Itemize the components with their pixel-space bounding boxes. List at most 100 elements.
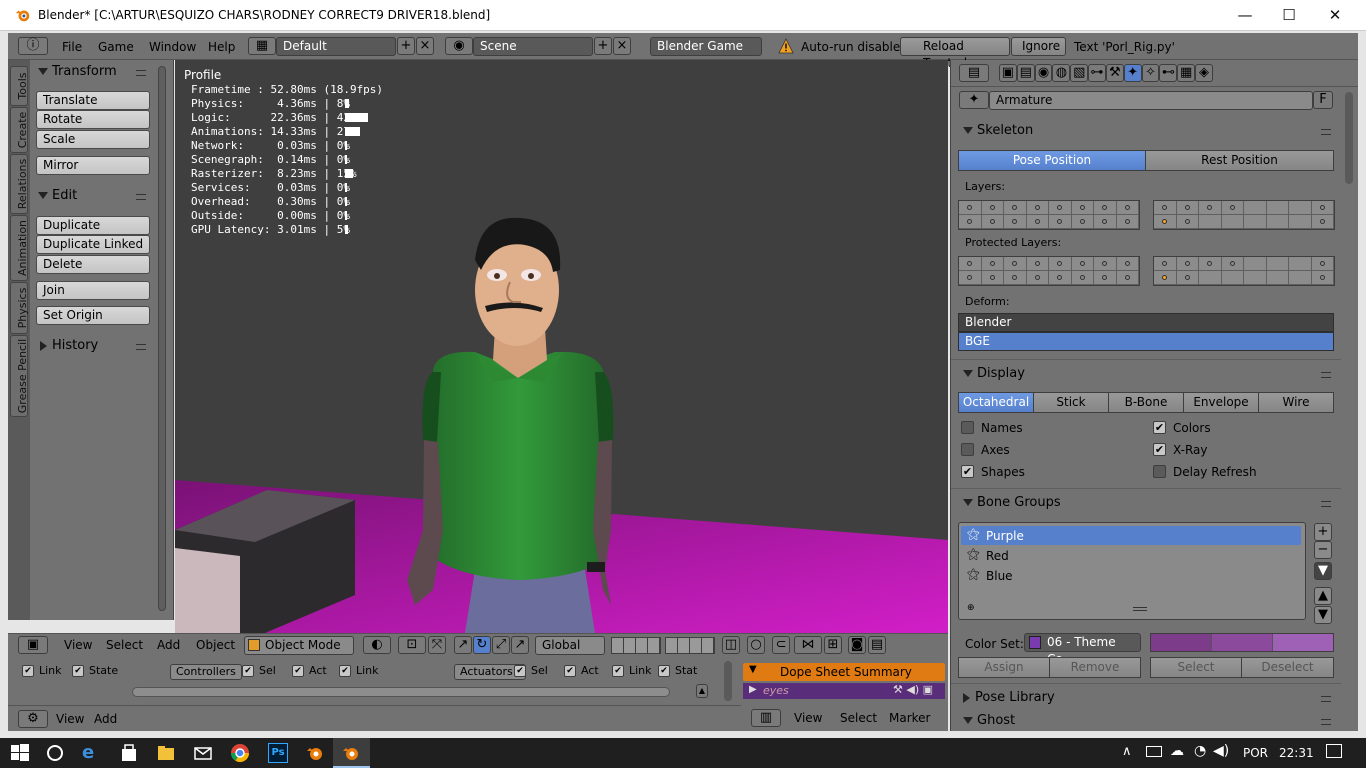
logic-menu-view[interactable]: View <box>56 712 84 726</box>
file-explorer-icon[interactable] <box>156 743 176 763</box>
layer-cell[interactable] <box>1266 215 1289 229</box>
snap-element-icon[interactable]: ⋈ <box>794 636 822 654</box>
list-resize-grip-icon[interactable] <box>1133 607 1147 611</box>
remove-button[interactable]: Remove <box>1049 657 1141 678</box>
store-icon[interactable] <box>119 743 139 763</box>
photoshop-icon[interactable]: Ps <box>268 743 288 763</box>
transform-panel-header[interactable]: Transform <box>38 64 117 79</box>
set-origin-dropdown[interactable]: Set Origin <box>36 306 150 325</box>
checkbox-icon[interactable]: ✔ <box>242 665 254 677</box>
move-up-icon[interactable]: ▲ <box>1314 587 1332 605</box>
editor-type-properties-icon[interactable]: ▤ <box>959 64 989 82</box>
layer-cell[interactable] <box>1221 201 1244 215</box>
layer-cell[interactable] <box>1199 215 1222 229</box>
layer-cell[interactable] <box>1071 201 1094 215</box>
manipulator-rotate-icon[interactable]: ↻ <box>473 636 491 654</box>
logic-controllers-dropdown[interactable]: Controllers <box>170 664 242 680</box>
layer-cell[interactable] <box>981 271 1004 285</box>
layer-cell[interactable] <box>1026 201 1049 215</box>
layer-cell[interactable] <box>1244 271 1267 285</box>
layer-cell[interactable] <box>1094 257 1117 271</box>
menu-window[interactable]: Window <box>149 40 196 54</box>
mail-icon[interactable] <box>193 743 213 763</box>
layer-cell[interactable] <box>1266 201 1289 215</box>
ignore-button[interactable]: Ignore <box>1011 37 1066 56</box>
render-anim-icon[interactable]: ▤ <box>868 636 886 654</box>
layer-cell[interactable] <box>1116 257 1139 271</box>
bone-layers-a[interactable] <box>958 200 1140 230</box>
logic-filter-sel[interactable]: ✔ Sel <box>242 664 276 677</box>
remove-scene-icon[interactable]: × <box>613 37 631 55</box>
action-center-icon[interactable] <box>1326 744 1342 758</box>
edit-panel-header[interactable]: Edit <box>38 188 77 203</box>
bone-group-blue[interactable]: Blue <box>986 569 1013 583</box>
tab-animation[interactable]: Animation <box>10 215 29 281</box>
add-bone-group-icon[interactable]: + <box>1314 523 1332 541</box>
layer-cell[interactable] <box>981 201 1004 215</box>
layer-cell[interactable] <box>1154 201 1177 215</box>
blender-taskbar-icon[interactable] <box>305 743 325 763</box>
panel-grip-icon[interactable] <box>1321 719 1331 725</box>
screen-layout-icon[interactable]: ▦ <box>248 37 276 55</box>
layer-cell[interactable] <box>1244 201 1267 215</box>
layer-cell[interactable] <box>981 215 1004 229</box>
protected-layers-b[interactable] <box>1153 256 1335 286</box>
rotate-button[interactable]: Rotate <box>36 110 150 129</box>
layer-cell[interactable] <box>1154 215 1177 229</box>
dope-menu-view[interactable]: View <box>794 711 822 725</box>
layer-cell[interactable] <box>1026 257 1049 271</box>
render-layers-tab-icon[interactable]: ▤ <box>1016 64 1035 82</box>
toolshelf-scrollbar[interactable] <box>158 66 166 611</box>
fake-user-button[interactable]: F <box>1313 91 1333 109</box>
dope-channel-row[interactable]: ▶ eyes ⚒ ◀) ▣ <box>743 683 945 699</box>
history-panel-header[interactable]: History <box>40 338 98 353</box>
colors-checkbox[interactable]: ✔ <box>1153 421 1166 434</box>
bone-group-specials-icon[interactable]: ▼ <box>1314 562 1332 580</box>
render-engine-dropdown[interactable]: Blender Game <box>650 37 762 56</box>
layer-cell[interactable] <box>1221 271 1244 285</box>
render-tab-icon[interactable]: ▣ <box>999 64 1017 82</box>
layer-cell[interactable] <box>1049 215 1072 229</box>
protected-layers-a[interactable] <box>958 256 1140 286</box>
layer-cell[interactable] <box>1071 215 1094 229</box>
display-panel-header[interactable]: Display <box>963 366 1025 381</box>
onedrive-icon[interactable]: ☁ <box>1170 743 1184 759</box>
viewport-shading-icon[interactable]: ◐ <box>363 636 391 654</box>
menu-view[interactable]: View <box>64 638 92 652</box>
layer-cell[interactable] <box>1289 201 1312 215</box>
layer-cell[interactable] <box>1049 201 1072 215</box>
logic-filter-sel[interactable]: ✔ Sel <box>514 664 548 677</box>
blender-active-task[interactable] <box>333 738 370 768</box>
remove-layout-icon[interactable]: × <box>416 37 434 55</box>
layer-cell[interactable] <box>1154 271 1177 285</box>
menu-help[interactable]: Help <box>208 40 235 54</box>
maximize-button[interactable]: ☐ <box>1266 0 1312 31</box>
dope-sheet-summary-row[interactable]: ▼ Dope Sheet Summary <box>743 663 945 681</box>
names-checkbox[interactable] <box>961 421 974 434</box>
proportional-edit-icon[interactable]: ○ <box>747 636 765 654</box>
manipulator-scale-icon[interactable]: ⤢ <box>492 636 510 654</box>
physics-tab-icon[interactable]: ◈ <box>1195 64 1213 82</box>
group-colors[interactable] <box>1150 633 1334 652</box>
bone-group-red[interactable]: Red <box>986 549 1009 563</box>
layer-cell[interactable] <box>1004 257 1027 271</box>
layer-cell[interactable] <box>1049 257 1072 271</box>
checkbox-icon[interactable]: ✔ <box>339 665 351 677</box>
layer-cell[interactable] <box>959 271 982 285</box>
layer-cell[interactable] <box>1176 271 1199 285</box>
layer-cell[interactable] <box>1289 257 1312 271</box>
windows-start-icon[interactable] <box>10 743 30 763</box>
layer-cell[interactable] <box>1199 201 1222 215</box>
scene-tab-icon[interactable]: ◉ <box>1034 64 1053 82</box>
layer-buttons-b[interactable] <box>665 637 715 654</box>
move-down-icon[interactable]: ▼ <box>1314 606 1332 624</box>
logic-filter-link[interactable]: ✔ Link <box>612 664 652 677</box>
color-set-dropdown[interactable]: 06 - Theme Co... <box>1024 633 1141 666</box>
logic-filter-state[interactable]: ✔ State <box>72 664 118 677</box>
panel-grip-icon[interactable] <box>136 194 146 200</box>
scale-button[interactable]: Scale <box>36 130 150 149</box>
logic-filter-act[interactable]: ✔ Act <box>564 664 599 677</box>
pivot-point-icon[interactable]: ⊡ <box>398 636 426 654</box>
snap-target-icon[interactable]: ⊞ <box>824 636 842 654</box>
editor-type-logic-icon[interactable]: ⚙ <box>18 710 48 728</box>
